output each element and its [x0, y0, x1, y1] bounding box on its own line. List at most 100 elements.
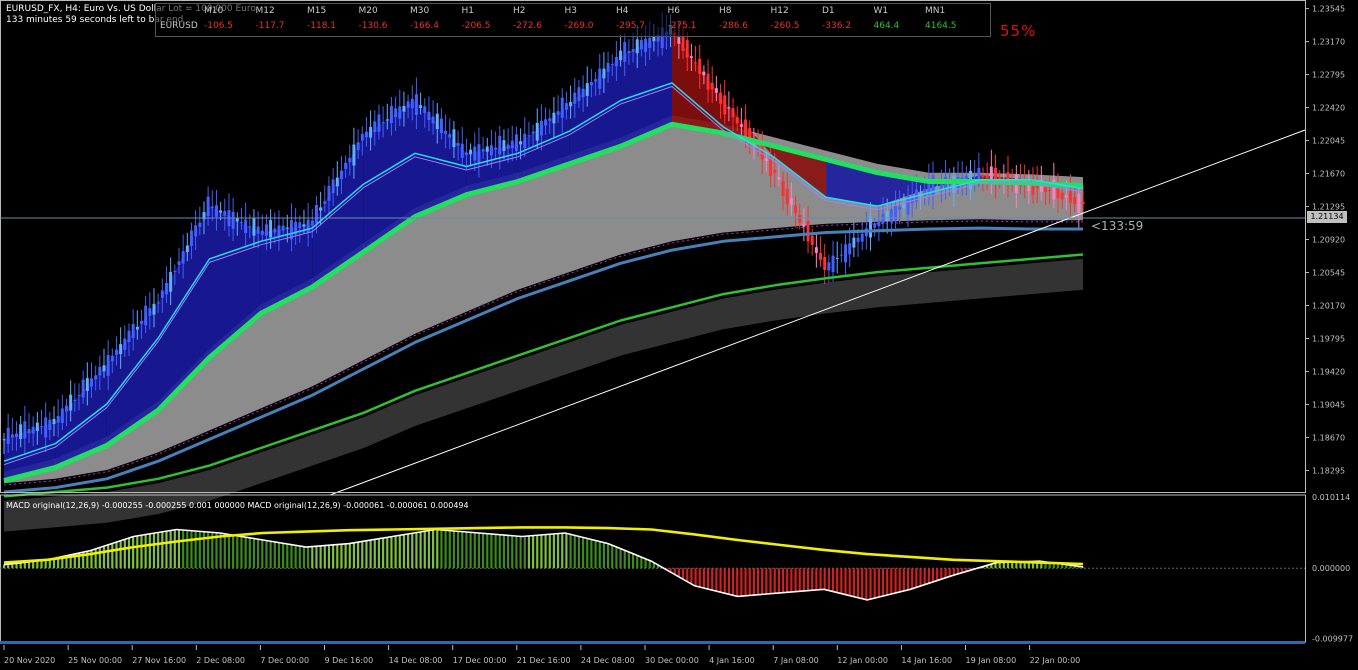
candle-body [177, 261, 181, 265]
candle-body [144, 305, 148, 326]
candle-body [323, 201, 327, 204]
candle-body [685, 40, 689, 58]
candle-body [564, 103, 568, 110]
candle-body [769, 158, 773, 176]
candle-body [219, 210, 223, 213]
candle-body [810, 235, 814, 245]
candle-body [160, 290, 164, 298]
candle-body [835, 257, 839, 259]
candle-body [1069, 190, 1073, 203]
candle-body [44, 417, 48, 438]
candle-body [806, 220, 810, 242]
candle-body [1073, 196, 1077, 205]
macd-indicator-label: MACD original(12,26,9) -0.000255 -0.0002… [6, 501, 469, 510]
candle-body [581, 88, 585, 98]
candle-body [594, 79, 598, 82]
candle-body [373, 121, 377, 133]
macd-panel: 0.010114 0.000000 -0.009977 [0, 493, 1353, 643]
candle-body [885, 211, 889, 221]
candle-body [794, 205, 798, 213]
candle-body [156, 302, 160, 304]
candle-body [2, 439, 6, 441]
candle-body [589, 81, 593, 86]
macd-tick-label: 0.010114 [1312, 493, 1350, 502]
candle-body [764, 158, 768, 161]
candle-body [69, 394, 73, 411]
candle-body [506, 144, 510, 149]
current-price-tag: 1.21134 [1307, 211, 1347, 223]
candle-body [739, 124, 743, 127]
candle-body [19, 424, 23, 439]
candle-body [973, 176, 977, 178]
candle-body [198, 222, 202, 227]
time-tick-label: 2 Dec 08:00 [196, 656, 245, 665]
candle-body [714, 88, 718, 93]
candle-body [727, 107, 731, 109]
mtf-header-h2: H2 [513, 6, 526, 16]
price-tick-label: 1.18670 [1312, 433, 1345, 442]
candle-body [473, 146, 477, 161]
candle-body [339, 170, 343, 180]
candle-body [94, 375, 98, 380]
candle-body [398, 106, 402, 119]
candle-body [269, 219, 273, 238]
candle-body [848, 243, 852, 255]
candle-body [552, 112, 556, 124]
candle-body [56, 415, 60, 423]
mtf-header-d1: D1 [822, 6, 835, 16]
candle-body [431, 116, 435, 124]
candle-body [239, 221, 243, 223]
candle-body [181, 251, 185, 264]
candle-body [298, 222, 302, 228]
time-tick-label: 9 Dec 16:00 [325, 656, 374, 665]
candle-body [60, 408, 64, 423]
mtf-header-m12: M12 [255, 6, 275, 16]
candle-body [52, 418, 56, 424]
candle-body [1064, 195, 1068, 198]
candle-body [677, 37, 681, 44]
candle-body [710, 82, 714, 90]
candle-body [85, 378, 89, 391]
candle-body [119, 344, 123, 355]
candle-body [781, 180, 785, 197]
candle-body [648, 37, 652, 48]
candle-body [110, 355, 114, 362]
candle-body [902, 204, 906, 208]
candle-body [369, 126, 373, 138]
candle-body [985, 175, 989, 179]
mtf-value-m30: -166.4 [410, 21, 440, 31]
candle-body [823, 256, 827, 270]
candle-body [248, 226, 252, 228]
candle-body [206, 196, 210, 216]
candle-body [114, 349, 118, 355]
mtf-value-w1: 464.4 [873, 21, 900, 31]
candle-body [694, 62, 698, 64]
candle-body [131, 324, 135, 339]
candle-body [735, 117, 739, 124]
candle-body [285, 227, 289, 229]
candle-body [81, 379, 85, 398]
candle-body [1048, 190, 1052, 192]
candle-body [598, 68, 602, 89]
candle-body [444, 130, 448, 134]
mtf-value-h1: -206.5 [461, 21, 491, 31]
candle-body [335, 177, 339, 187]
time-tick-label: 27 Nov 16:00 [132, 656, 186, 665]
price-tick-label: 1.19795 [1312, 334, 1345, 343]
price-tick-label: 1.23170 [1312, 38, 1345, 47]
candle-body [723, 95, 727, 115]
mtf-header-h8: H8 [719, 6, 732, 16]
candle-body [377, 114, 381, 132]
candle-body [164, 282, 168, 295]
trading-chart: 1.23545 1.23170 1.22795 1.22420 1.22045 1.216… [0, 0, 1353, 665]
candle-body [148, 308, 152, 316]
candle-body [406, 101, 410, 108]
candle-body [527, 135, 531, 137]
candle-body [1081, 201, 1085, 205]
candle-body [331, 179, 335, 194]
candle-body [77, 395, 81, 397]
candle-body [39, 426, 43, 428]
time-tick-label: 14 Dec 08:00 [389, 656, 443, 665]
price-tick-label: 1.22045 [1312, 137, 1345, 146]
candle-body [698, 58, 702, 74]
